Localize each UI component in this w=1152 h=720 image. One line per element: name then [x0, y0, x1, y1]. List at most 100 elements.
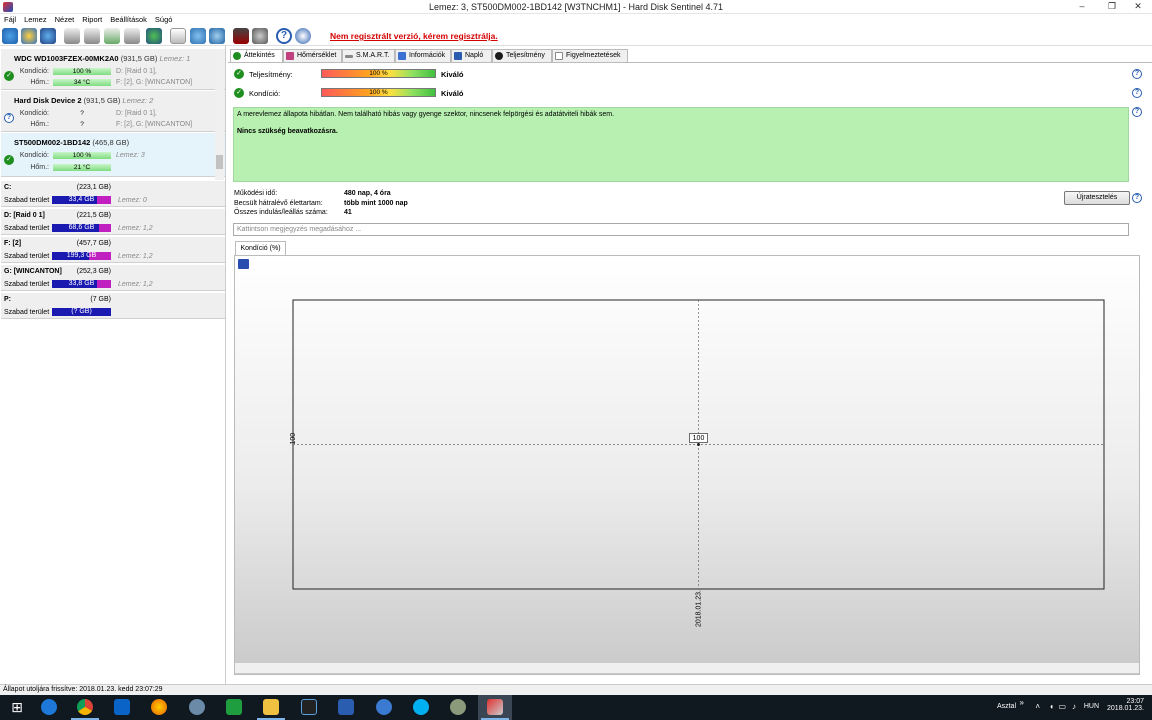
tab-health-chart[interactable]: Kondíció (%) [235, 241, 286, 255]
send-report-icon[interactable] [190, 28, 206, 44]
help-icon[interactable]: ? [1132, 193, 1142, 203]
retest-button[interactable]: Újratesztelés [1064, 191, 1130, 205]
taskbar-hdsentinel-icon[interactable] [478, 695, 512, 720]
volume-disk: Lemez: 1,2 [118, 253, 153, 260]
notes-input[interactable]: Kattintson megjegyzés megadásához ... [233, 223, 1129, 236]
start-button[interactable]: ⊞ [0, 695, 34, 720]
alert-settings-icon[interactable] [233, 28, 249, 44]
disk-list-scrollbar[interactable] [215, 50, 224, 180]
taskbar-chrome-icon[interactable] [68, 695, 102, 720]
free-space-bar: 199,3 GB [52, 252, 111, 260]
disk-tool-icon[interactable] [124, 28, 140, 44]
tab-log[interactable]: Napló [451, 49, 492, 62]
health-value: ? [80, 110, 84, 117]
save-chart-icon[interactable] [238, 259, 249, 269]
scroll-thumb[interactable] [216, 155, 223, 169]
ok-check-icon: ✓ [234, 69, 244, 79]
minimize-button[interactable]: – [1068, 0, 1096, 14]
volume-size: (7 GB) [90, 296, 111, 303]
help-icon[interactable]: ? [1132, 69, 1142, 79]
question-icon: ? [4, 113, 14, 123]
tab-performance[interactable]: Teljesítmény [492, 49, 552, 62]
disk-item-2[interactable]: Hard Disk Device 2 (931,5 GB) Lemez: 2 ?… [1, 91, 225, 132]
data-point [697, 443, 700, 446]
tab-overview[interactable]: Áttekintés [230, 49, 283, 63]
about-icon[interactable] [295, 28, 311, 44]
health-bar: 100 % [53, 68, 111, 75]
maximize-button[interactable]: ❐ [1098, 0, 1126, 14]
status-bar: Állapot utoljára frissítve: 2018.01.23. … [0, 684, 1152, 695]
menu-help[interactable]: Súgó [151, 14, 177, 26]
volume-item[interactable]: G: [WINCANTON] (252,3 GB) Szabad terület… [1, 265, 225, 291]
speaker-icon[interactable]: ♪ [1072, 702, 1076, 711]
taskbar-app-icon[interactable] [180, 695, 214, 720]
globe-icon[interactable] [40, 28, 56, 44]
remaining-life-row: Becsült hátralévő élettartam: több mint 1… [234, 200, 408, 207]
free-space-bar: 33,4 GB [52, 196, 111, 204]
report-icon[interactable] [170, 28, 186, 44]
surface-test-icon[interactable] [84, 28, 100, 44]
menu-disk[interactable]: Lemez [20, 14, 51, 26]
taskbar-firefox-icon[interactable] [142, 695, 176, 720]
disk-name: ST500DM002-1BD142 (465,8 GB) [14, 138, 130, 147]
taskbar-outlook-icon[interactable] [105, 695, 139, 720]
tray-expand-icon[interactable]: ˄ [1035, 702, 1040, 711]
health-chart-area: 100 2018.01.23. 100 [234, 255, 1140, 675]
help-icon[interactable]: ? [1132, 107, 1142, 117]
ok-check-icon: ✓ [234, 88, 244, 98]
volume-item[interactable]: P: (7 GB) Szabad terület (? GB) [1, 293, 225, 319]
help-icon[interactable]: ? [276, 28, 292, 44]
temp-bar: 34 °C [53, 79, 111, 86]
refresh-icon[interactable] [2, 28, 18, 44]
taskbar-app-icon[interactable] [441, 695, 475, 720]
health-label: Kondíció: [249, 89, 281, 98]
disk-test-icon[interactable] [64, 28, 80, 44]
taskbar-store-icon[interactable] [217, 695, 251, 720]
performance-rating: Kiváló [441, 70, 464, 79]
clock[interactable]: 23:07 2018.01.23. [1104, 698, 1144, 712]
web-report-icon[interactable] [146, 28, 162, 44]
tab-smart[interactable]: S.M.A.R.T. [342, 49, 395, 62]
window-title: Lemez: 3, ST500DM002-1BD142 [W3TNCHM1] -… [428, 2, 724, 12]
disk-number: Lemez: 3 [116, 152, 145, 159]
taskbar-qbittorrent-icon[interactable] [367, 695, 401, 720]
status-text: A merevlemez állapota hibátlan. Nem talá… [237, 111, 615, 118]
menu-report[interactable]: Riport [78, 14, 106, 26]
input-language[interactable]: HUN [1084, 703, 1099, 710]
registration-warning-link[interactable]: Nem regisztrált verzió, kérem regisztrál… [330, 31, 498, 41]
close-button[interactable]: ✕ [1124, 0, 1152, 14]
email-report-icon[interactable] [209, 28, 225, 44]
refresh-all-icon[interactable] [21, 28, 37, 44]
network-icon[interactable]: ▭ [1058, 702, 1066, 711]
taskbar-skype-icon[interactable] [404, 695, 438, 720]
volume-icon[interactable]: ◖ [1049, 702, 1054, 711]
toolbar-chevron[interactable]: » [1020, 698, 1024, 707]
disk-item-3[interactable]: ST500DM002-1BD142 (465,8 GB) ✓ Kondíció:… [1, 133, 225, 177]
volume-item[interactable]: F: [2] (457,7 GB) Szabad terület 199,3 G… [1, 237, 225, 263]
taskbar-explorer-icon[interactable] [254, 695, 288, 720]
chart-horizontal-scrollbar[interactable] [235, 663, 1139, 673]
clock-date: 2018.01.23. [1107, 705, 1144, 712]
tab-alerts[interactable]: Figyelmeztetések [552, 49, 628, 62]
temp-bar: 21 °C [53, 164, 111, 171]
menu-settings[interactable]: Beállítások [106, 14, 151, 26]
tab-information[interactable]: Információk [395, 49, 451, 62]
disk-info-icon[interactable] [104, 28, 120, 44]
y-tick-label: 100 [290, 433, 297, 445]
tab-temperature[interactable]: Hőmérséklet [283, 49, 342, 62]
volume-size: (223,1 GB) [76, 184, 111, 191]
taskbar-edge-icon[interactable] [32, 695, 66, 720]
desktop-toolbar-label[interactable]: Asztal [997, 703, 1016, 710]
volume-item[interactable]: D: [Raid 0 1] (221,5 GB) Szabad terület … [1, 209, 225, 235]
options-icon[interactable] [252, 28, 268, 44]
partition-info: F: [2], G: [WINCANTON] [116, 121, 193, 128]
menu-view[interactable]: Nézet [51, 14, 79, 26]
volume-item[interactable]: C: (223,1 GB) Szabad terület 33,4 GB Lem… [1, 181, 225, 207]
taskbar-network-icon[interactable] [329, 695, 363, 720]
disk-item-1[interactable]: WDC WD1003FZEX-00MK2A0 (931,5 GB) Lemez:… [1, 49, 225, 90]
help-icon[interactable]: ? [1132, 88, 1142, 98]
health-bar: 100 % [321, 88, 436, 97]
taskbar-app-icon[interactable] [292, 695, 326, 720]
performance-bar: 100 % [321, 69, 436, 78]
menu-file[interactable]: Fájl [0, 14, 20, 26]
